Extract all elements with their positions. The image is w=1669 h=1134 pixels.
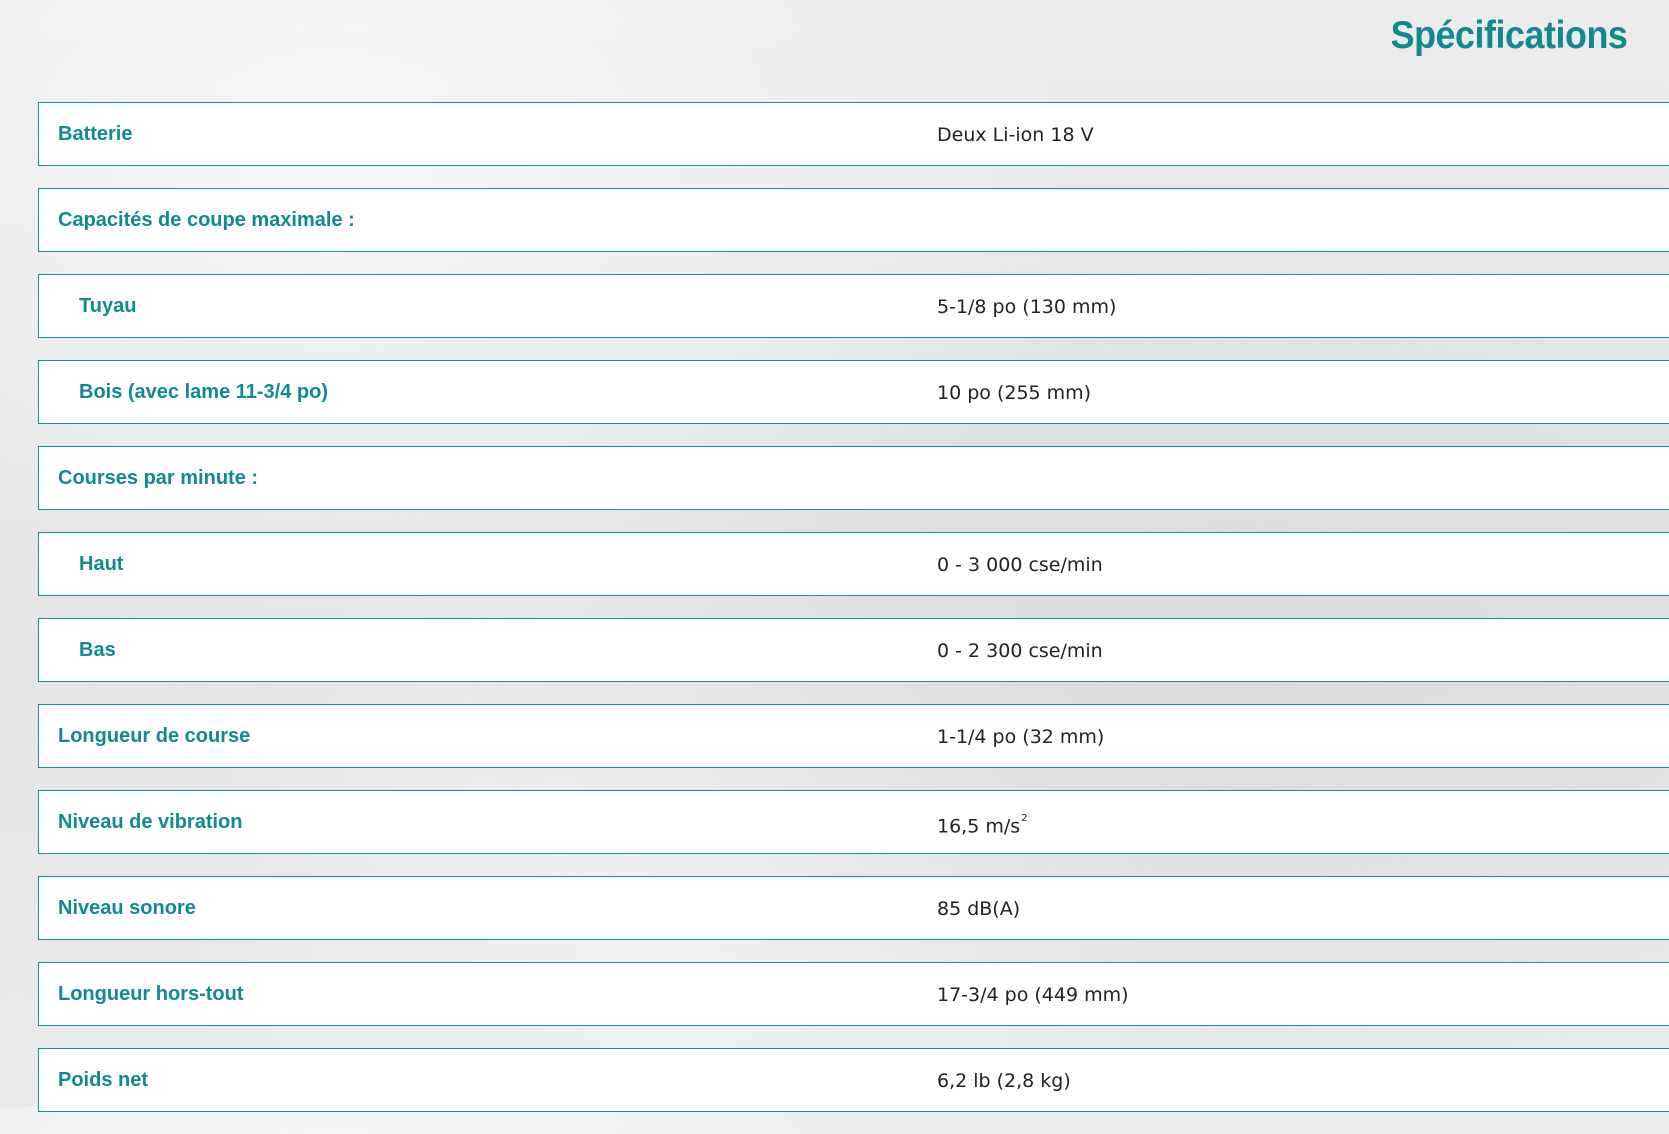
spec-value-with-unit: 16,5 m/s2 — [937, 791, 1028, 853]
spec-value-number: 16,5 m/s — [937, 815, 1021, 838]
spec-section-label: Capacités de coupe maximale : — [58, 209, 355, 231]
spec-row-batterie: Batterie Deux Li-ion 18 V — [38, 102, 1669, 166]
spec-value: 85 dB(A) — [937, 898, 1021, 920]
spec-row-courses-par-minute: Courses par minute : — [38, 446, 1669, 510]
spec-value: 17-3/4 po (449 mm) — [937, 984, 1129, 1006]
spec-value: Deux Li-ion 18 V — [937, 124, 1094, 146]
spec-value: 5-1/8 po (130 mm) — [937, 296, 1117, 318]
spec-label: Bois (avec lame 11-3/4 po) — [79, 381, 329, 403]
spec-row-longueur-de-course: Longueur de course 1-1/4 po (32 mm) — [38, 704, 1669, 768]
spec-value: 1-1/4 po (32 mm) — [937, 726, 1105, 748]
spec-row-tuyau: Tuyau 5-1/8 po (130 mm) — [38, 274, 1669, 338]
unit-superscript: 2 — [1021, 813, 1028, 824]
spec-label: Bas — [79, 639, 116, 661]
spec-row-bas: Bas 0 - 2 300 cse/min — [38, 618, 1669, 682]
spec-row-haut: Haut 0 - 3 000 cse/min — [38, 532, 1669, 596]
spec-row-niveau-de-vibration: Niveau de vibration 16,5 m/s2 — [38, 790, 1669, 854]
spec-label: Batterie — [58, 123, 133, 145]
spec-row-niveau-sonore: Niveau sonore 85 dB(A) — [38, 876, 1669, 940]
spec-label: Poids net — [58, 1069, 149, 1091]
spec-row-bois: Bois (avec lame 11-3/4 po) 10 po (255 mm… — [38, 360, 1669, 424]
spec-label: Niveau sonore — [58, 897, 196, 919]
specifications-table: Batterie Deux Li-ion 18 V Capacités de c… — [38, 102, 1669, 1134]
spec-value: 0 - 2 300 cse/min — [937, 640, 1103, 662]
spec-label: Tuyau — [79, 295, 137, 317]
spec-row-capacites-de-coupe: Capacités de coupe maximale : — [38, 188, 1669, 252]
spec-label: Longueur de course — [58, 725, 251, 747]
spec-label: Longueur hors-tout — [58, 983, 244, 1005]
page-title: Spécifications — [1390, 14, 1627, 57]
spec-row-poids-net: Poids net 6,2 lb (2,8 kg) — [38, 1048, 1669, 1112]
spec-label: Niveau de vibration — [58, 811, 243, 833]
spec-row-longueur-hors-tout: Longueur hors-tout 17-3/4 po (449 mm) — [38, 962, 1669, 1026]
spec-section-label: Courses par minute : — [58, 467, 259, 489]
spec-value: 6,2 lb (2,8 kg) — [937, 1070, 1071, 1092]
spec-value: 0 - 3 000 cse/min — [937, 554, 1103, 576]
spec-label: Haut — [79, 553, 124, 575]
spec-value: 10 po (255 mm) — [937, 382, 1092, 404]
